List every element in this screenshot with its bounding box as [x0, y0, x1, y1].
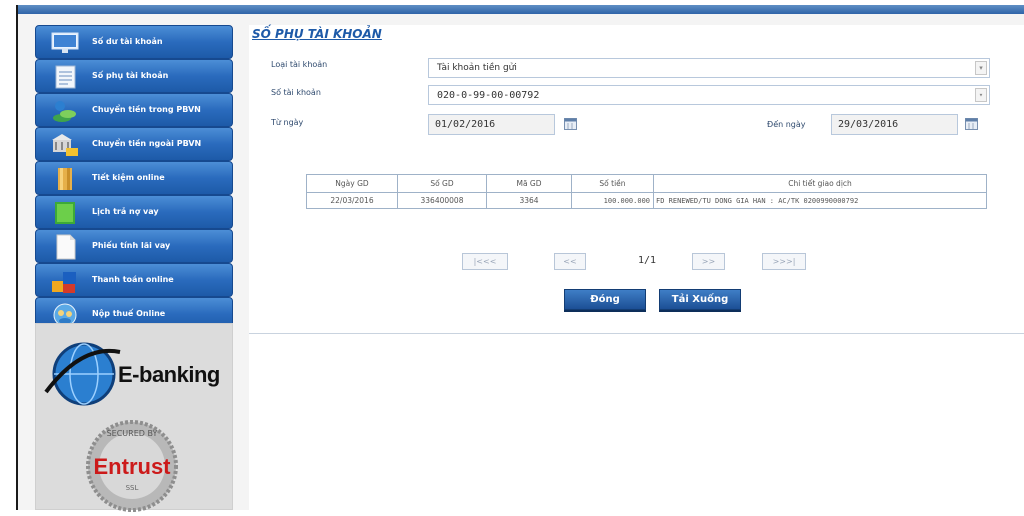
first-page-button[interactable]: |<<< — [462, 253, 508, 270]
table-cell: FD RENEWED/TU DONG GIA HAN : AC/TK 02009… — [653, 192, 987, 209]
sidebar-item-label: Nộp thuế Online — [92, 309, 166, 318]
sidebar-item-label: Số phụ tài khoản — [92, 71, 169, 80]
table-row[interactable]: 22/03/2016 336400008 3364 100.000.000 FD… — [306, 192, 987, 209]
sidebar-item-label: Số dư tài khoản — [92, 37, 163, 46]
next-page-button[interactable]: >> — [692, 253, 725, 270]
document-icon — [56, 234, 76, 260]
bank-transfer-icon — [52, 134, 78, 156]
column-header: Số tiền — [571, 174, 654, 193]
transfer-internal-icon — [53, 101, 76, 122]
page-title: SỐ PHỤ TÀI KHOẢN — [252, 27, 382, 41]
sidebar-item-transfer-external[interactable]: Chuyển tiền ngoài PBVN — [35, 127, 233, 161]
svg-text:SECURED BY: SECURED BY — [107, 429, 158, 438]
column-header: Chi tiết giao dịch — [653, 174, 987, 193]
from-date-label: Từ ngày — [271, 118, 304, 127]
chevron-down-icon: ▾ — [975, 61, 987, 75]
ebanking-logo-text: E-banking — [118, 362, 220, 387]
main-panel: SỐ PHỤ TÀI KHOẢN Loại tài khoản Tài khoả… — [249, 25, 1024, 510]
entrust-seal-logo: SECURED BY Entrust SSL — [86, 420, 178, 512]
chevron-down-icon: ▾ — [975, 88, 987, 102]
column-header: Ngày GD — [306, 174, 398, 193]
calendar-icon[interactable] — [564, 117, 577, 130]
table-header-row: Ngày GD Số GD Mã GD Số tiền Chi tiết gia… — [306, 174, 987, 193]
sidebar-item-loan-interest[interactable]: Phiếu tính lãi vay — [35, 229, 233, 263]
sidebar-item-loan-schedule[interactable]: Lịch trả nợ vay — [35, 195, 233, 229]
page-indicator: 1/1 — [638, 255, 657, 266]
table-cell: 3364 — [486, 192, 572, 209]
transactions-table: Ngày GD Số GD Mã GD Số tiền Chi tiết gia… — [306, 174, 987, 209]
table-cell: 336400008 — [397, 192, 487, 209]
sidebar-item-account-balance[interactable]: Số dư tài khoản — [35, 25, 233, 59]
account-type-select[interactable]: Tài khoản tiền gửi ▾ — [428, 58, 990, 78]
sidebar-item-label: Tiết kiệm online — [92, 173, 165, 182]
table-cell: 22/03/2016 — [306, 192, 398, 209]
sidebar-item-account-statement[interactable]: Số phụ tài khoản — [35, 59, 233, 93]
svg-text:Entrust: Entrust — [94, 454, 172, 479]
calendar-icon[interactable] — [965, 117, 978, 130]
sidebar-item-label: Phiếu tính lãi vay — [92, 241, 171, 250]
app-frame: Số dư tài khoản Số phụ tài khoản Chuyển … — [16, 5, 1024, 512]
column-header: Mã GD — [486, 174, 572, 193]
savings-icon — [58, 168, 72, 190]
sidebar-item-label: Chuyển tiền ngoài PBVN — [92, 139, 202, 148]
sidebar: Số dư tài khoản Số phụ tài khoản Chuyển … — [35, 25, 233, 331]
ebanking-globe-logo — [44, 342, 121, 406]
from-date-input[interactable]: 01/02/2016 — [428, 114, 555, 135]
statement-icon — [55, 65, 76, 89]
sidebar-item-label: Lịch trả nợ vay — [92, 207, 159, 216]
svg-text:SSL: SSL — [126, 484, 139, 492]
sidebar-item-label: Thanh toán online — [92, 275, 174, 284]
account-number-label: Số tài khoản — [271, 88, 321, 97]
section-divider — [249, 333, 1024, 334]
monitor-icon — [51, 32, 79, 53]
sidebar-item-online-savings[interactable]: Tiết kiệm online — [35, 161, 233, 195]
column-header: Số GD — [397, 174, 487, 193]
payment-blocks-icon — [52, 272, 76, 293]
to-date-label: Đến ngày — [767, 120, 806, 129]
sidebar-item-label: Chuyển tiền trong PBVN — [92, 105, 201, 114]
download-button[interactable]: Tải Xuống — [659, 289, 741, 310]
table-cell: 100.000.000 — [571, 192, 654, 209]
top-bar — [18, 5, 1024, 14]
logo-panel: E-banking SECURED BY Entrust SSL — [35, 323, 233, 512]
account-type-label: Loại tài khoản — [271, 60, 328, 69]
account-type-value: Tài khoản tiền gửi — [437, 63, 517, 73]
sidebar-item-transfer-internal[interactable]: Chuyển tiền trong PBVN — [35, 93, 233, 127]
to-date-input[interactable]: 29/03/2016 — [831, 114, 958, 135]
prev-page-button[interactable]: << — [554, 253, 586, 270]
sidebar-item-online-payment[interactable]: Thanh toán online — [35, 263, 233, 297]
calendar-book-icon — [55, 202, 75, 224]
close-button[interactable]: Đóng — [564, 289, 646, 310]
account-number-value: 020-0-99-00-00792 — [437, 90, 540, 101]
last-page-button[interactable]: >>>| — [762, 253, 806, 270]
account-number-select[interactable]: 020-0-99-00-00792 ▾ — [428, 85, 990, 105]
